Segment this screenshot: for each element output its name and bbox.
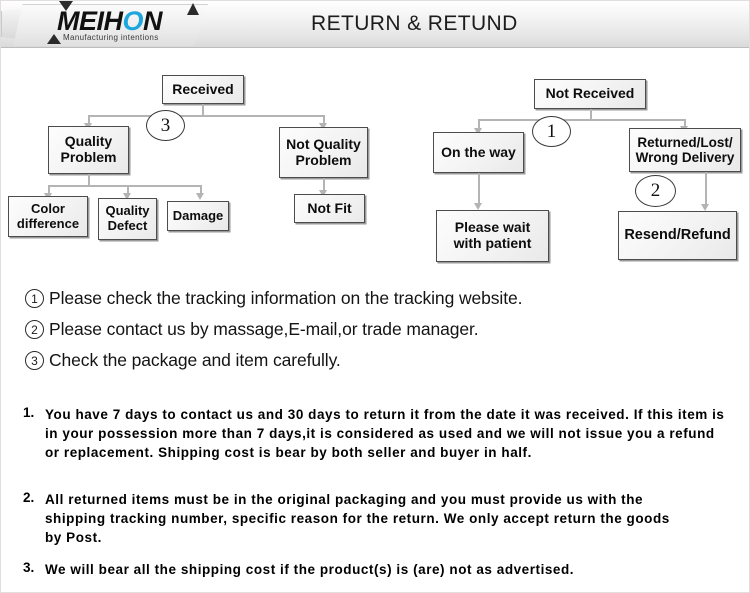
flow-node-color-difference: Color difference bbox=[8, 196, 88, 237]
term-text: We will bear all the shipping cost if th… bbox=[45, 562, 575, 577]
term-number: 1. bbox=[23, 405, 35, 420]
flow-marker-1: 1 bbox=[532, 116, 571, 147]
note-text: Please contact us by massage,E-mail,or t… bbox=[49, 319, 479, 339]
term-item-3: 3. We will bear all the shipping cost if… bbox=[23, 560, 738, 579]
flow-connector-returned-to-resend bbox=[705, 172, 707, 206]
flow-marker-3: 3 bbox=[146, 110, 185, 141]
return-policy-page: MEIHON Manufacturing intentions RETURN &… bbox=[0, 0, 750, 593]
note-number-circle: 2 bbox=[25, 320, 44, 339]
term-item-2: 2. All returned items must be in the ori… bbox=[23, 490, 683, 547]
note-text: Check the package and item carefully. bbox=[49, 350, 341, 370]
flow-node-on-the-way: On the way bbox=[433, 132, 524, 173]
flow-marker-2: 2 bbox=[635, 175, 676, 207]
flow-connector-ontheway-to-wait bbox=[478, 173, 480, 205]
flow-node-not-received: Not Received bbox=[534, 79, 646, 109]
ribbon-notch-right-icon bbox=[187, 3, 199, 15]
term-number: 2. bbox=[23, 490, 35, 505]
flow-connector-received-bus bbox=[88, 115, 323, 117]
term-text: All returned items must be in the origin… bbox=[45, 492, 670, 546]
brand-name-accent: O bbox=[122, 6, 144, 36]
flow-node-please-wait: Please wait with patient bbox=[436, 210, 549, 262]
page-title: RETURN & RETUND bbox=[311, 12, 518, 35]
flow-node-returned-lost-wrong-delivery: Returned/Lost/ Wrong Delivery bbox=[629, 128, 741, 172]
page-header: MEIHON Manufacturing intentions RETURN &… bbox=[1, 1, 749, 48]
returns-flowchart: Received 3 Quality Problem Not Quality P… bbox=[1, 48, 749, 276]
note-item-1: 1 Please check the tracking information … bbox=[25, 288, 522, 309]
flow-connector-notreceived-bus bbox=[478, 119, 685, 121]
term-number: 3. bbox=[23, 560, 35, 575]
flow-arrow-to-resend-refund-icon bbox=[701, 204, 709, 211]
brand-name-suffix: N bbox=[143, 6, 163, 36]
brand-logo-banner: MEIHON Manufacturing intentions bbox=[1, 1, 216, 48]
flow-node-quality-problem: Quality Problem bbox=[48, 126, 129, 174]
note-text: Please check the tracking information on… bbox=[49, 288, 523, 308]
flow-node-received: Received bbox=[162, 75, 244, 104]
note-number-circle: 1 bbox=[25, 289, 44, 308]
flow-node-resend-refund: Resend/Refund bbox=[618, 211, 737, 260]
flow-node-quality-defect: Quality Defect bbox=[98, 198, 157, 240]
flow-arrow-to-damage-icon bbox=[196, 193, 204, 200]
numbered-notes-list: 1 Please check the tracking information … bbox=[1, 279, 749, 379]
note-number-circle: 3 bbox=[25, 351, 44, 370]
note-item-2: 2 Please contact us by massage,E-mail,or… bbox=[25, 319, 479, 340]
brand-name-primary: MEIH bbox=[57, 6, 123, 36]
flow-arrow-to-please-wait-icon bbox=[474, 203, 482, 210]
note-item-3: 3 Check the package and item carefully. bbox=[25, 350, 341, 371]
flow-node-not-fit: Not Fit bbox=[294, 194, 365, 223]
flow-node-damage: Damage bbox=[167, 201, 229, 231]
term-item-1: 1. You have 7 days to contact us and 30 … bbox=[23, 405, 729, 462]
brand-tagline: Manufacturing intentions bbox=[63, 33, 159, 42]
term-text: You have 7 days to contact us and 30 day… bbox=[45, 407, 725, 461]
flow-node-not-quality-problem: Not Quality Problem bbox=[279, 127, 368, 178]
flow-connector-quality-bus bbox=[48, 185, 201, 187]
